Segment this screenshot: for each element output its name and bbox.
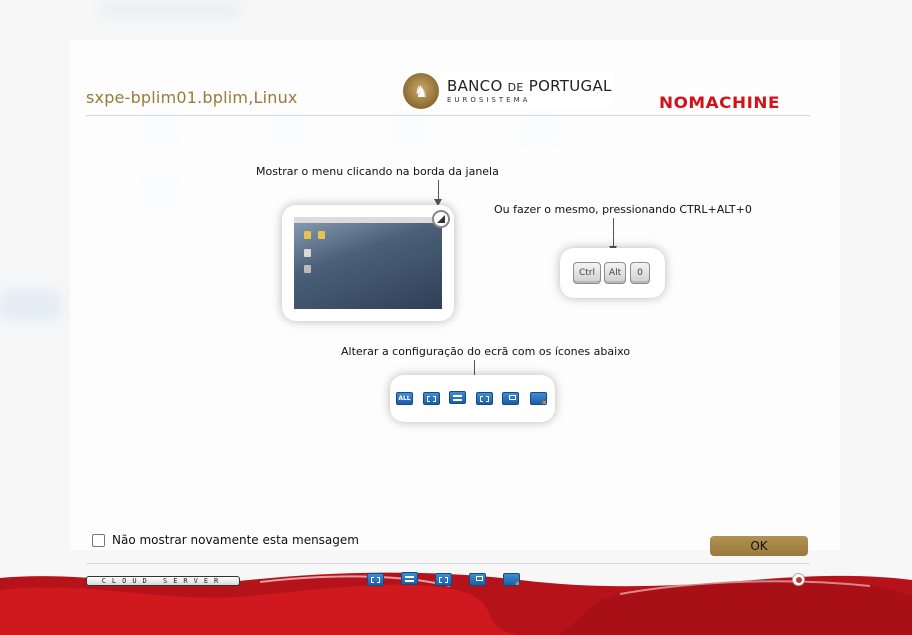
dont-show-again-label: Não mostrar novamente esta mensagem — [112, 533, 359, 547]
zero-key: 0 — [630, 262, 650, 284]
dont-show-again-checkbox[interactable] — [92, 534, 105, 547]
fullscreen-icon[interactable] — [435, 573, 452, 586]
trash-icon — [304, 265, 311, 273]
nomachine-logo: NOMACHINE — [659, 93, 780, 112]
all-monitors-icon: ALL — [396, 392, 413, 405]
folder-icon — [304, 231, 311, 239]
desktop-preview — [294, 217, 442, 309]
menu-tip-arrow — [438, 180, 439, 199]
fullscreen-icon — [476, 392, 493, 405]
bank-subtitle: EUROSISTEMA — [447, 95, 531, 104]
alt-key: Alt — [604, 262, 626, 284]
cloud-server-badge: CLOUD SERVER — [86, 576, 240, 586]
bank-logo: ♞ BANCO DE PORTUGAL EUROSISTEMA — [403, 73, 613, 109]
resize-remote-icon — [502, 392, 519, 405]
menu-tip-card — [282, 205, 454, 321]
shortcut-tip-arrow — [613, 218, 614, 247]
folder-icon — [318, 231, 325, 239]
footer-swoosh — [0, 572, 912, 635]
menu-tip-caption: Mostrar o menu clicando na borda da jane… — [256, 165, 499, 178]
display-settings-icon — [530, 392, 547, 405]
shortcut-tip-caption: Ou fazer o mesmo, pressionando CTRL+ALT+… — [494, 203, 752, 216]
viewport-icon[interactable] — [401, 572, 418, 585]
display-settings-icon[interactable] — [503, 573, 520, 586]
resize-remote-icon[interactable] — [469, 573, 486, 586]
shortcut-tip-card: Ctrl Alt 0 — [560, 248, 665, 298]
display-tip-card: ALL — [390, 375, 555, 422]
display-tip-caption: Alterar a configuração do ecrã com os íc… — [341, 345, 631, 358]
viewport-icon — [449, 391, 466, 404]
bank-name: BANCO DE PORTUGAL — [447, 76, 612, 95]
disconnect-icon[interactable] — [792, 573, 805, 586]
page-peel-corner-icon — [432, 210, 450, 228]
welcome-panel — [70, 40, 840, 550]
header-divider — [86, 115, 810, 116]
fit-to-window-icon[interactable] — [367, 573, 384, 586]
bank-emblem-icon: ♞ — [403, 73, 439, 109]
drive-icon — [304, 249, 311, 257]
ok-button[interactable]: OK — [710, 536, 808, 556]
ctrl-key: Ctrl — [573, 262, 601, 284]
fit-to-window-icon — [423, 392, 440, 405]
host-title: sxpe-bplim01.bplim,Linux — [86, 88, 298, 107]
